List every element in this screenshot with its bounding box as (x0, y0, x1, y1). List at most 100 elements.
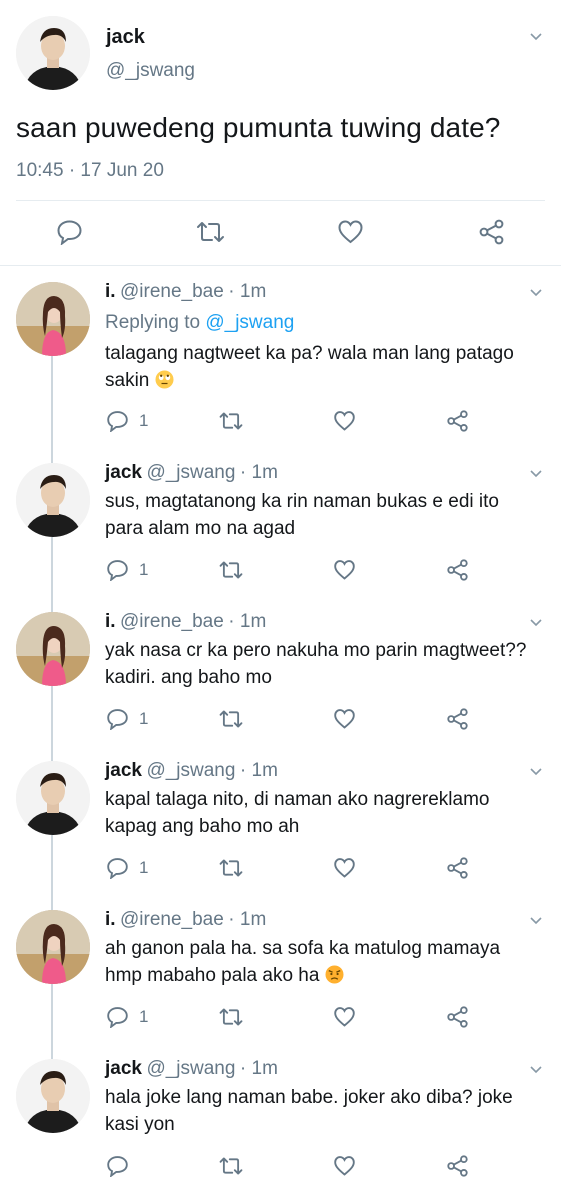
reply-tweet[interactable]: jack @_jswang · 1m sus, magtatanong ka r… (0, 461, 561, 601)
like-icon (334, 1007, 355, 1027)
tweet-timestamp[interactable]: 10:45 · 17 Jun 20 (16, 160, 164, 182)
retweet-button[interactable] (218, 1153, 244, 1179)
author-name[interactable]: jack (106, 26, 145, 49)
retweet-button[interactable] (218, 855, 244, 881)
retweet-button[interactable] (218, 557, 244, 583)
tweet-body: sus, magtatanong ka rin naman bukas e ed… (105, 488, 545, 542)
chevron-down-icon[interactable] (530, 917, 542, 925)
avatar-image (16, 16, 90, 90)
replying-to-link[interactable]: @_jswang (205, 312, 294, 333)
reply-tweet[interactable]: i. @irene_bae · 1m yak nasa cr ka pero n… (0, 610, 561, 750)
retweet-button[interactable] (218, 408, 244, 434)
reply-button[interactable]: 1 (106, 1004, 148, 1030)
avatar-image (16, 282, 90, 356)
author-name[interactable]: i. (105, 281, 116, 302)
retweet-icon (219, 1157, 243, 1175)
reply-icon (107, 709, 128, 730)
avatar[interactable] (16, 1059, 90, 1133)
tweet-time: · 1m (228, 281, 267, 302)
tweet-body: yak nasa cr ka pero nakuha mo parin magt… (105, 637, 545, 691)
like-button[interactable] (337, 219, 364, 245)
reply-tweet[interactable]: i. @irene_bae · 1m ah ganon pala ha. sa … (0, 908, 561, 1048)
replying-to-label: Replying to (105, 312, 201, 333)
tweet-time: · 1m (239, 462, 278, 483)
chevron-down-icon[interactable] (530, 1066, 542, 1074)
divider (16, 200, 545, 201)
reply-tweet[interactable]: jack @_jswang · 1m kapal talaga nito, di… (0, 759, 561, 899)
avatar-image (16, 1059, 90, 1133)
tweet-time: · 1m (239, 1058, 278, 1079)
author-handle[interactable]: @_jswang (106, 60, 195, 82)
author-handle[interactable]: @_jswang (146, 462, 235, 483)
tweet-body: talagang nagtweet ka pa? wala man lang p… (105, 340, 545, 394)
avatar[interactable] (16, 463, 90, 537)
tweet-text-line: kapag ang baho mo ah (105, 816, 300, 837)
chevron-down-icon[interactable] (530, 768, 542, 776)
author-handle[interactable]: @irene_bae (120, 611, 224, 632)
avatar[interactable] (16, 16, 90, 90)
share-button[interactable] (478, 219, 505, 245)
reply-icon (57, 220, 82, 245)
avatar[interactable] (16, 282, 90, 356)
chevron-down-icon[interactable] (530, 470, 542, 478)
retweet-button[interactable] (218, 1004, 244, 1030)
chevron-down-icon[interactable] (530, 619, 542, 627)
author-name[interactable]: i. (105, 909, 116, 930)
reply-tweet[interactable]: i. @irene_bae · 1m Replying to @_jswang … (0, 280, 561, 440)
avatar[interactable] (16, 612, 90, 686)
chevron-down-icon[interactable] (530, 289, 542, 297)
avatar[interactable] (16, 761, 90, 835)
author-handle[interactable]: @irene_bae (120, 909, 224, 930)
avatar-image (16, 463, 90, 537)
share-button[interactable] (446, 1153, 469, 1179)
author-name[interactable]: jack (105, 1058, 142, 1079)
chevron-down-icon[interactable] (530, 33, 542, 41)
share-button[interactable] (446, 1004, 469, 1030)
reply-button[interactable]: 1 (106, 557, 148, 583)
reply-button[interactable] (56, 219, 83, 245)
reply-count: 1 (139, 411, 149, 430)
tweet-text-line: ah ganon pala ha. sa sofa ka matulog mam… (105, 938, 501, 959)
author-handle[interactable]: @_jswang (146, 760, 235, 781)
retweet-icon (219, 412, 243, 430)
like-button[interactable] (333, 557, 356, 583)
tweet-text: saan puwedeng pumunta tuwing date? (16, 112, 501, 143)
angry-face-emoji-icon (325, 965, 344, 984)
reply-icon (107, 411, 128, 432)
tweet-text-line: kadiri. ang baho mo (105, 667, 272, 688)
tweet-text-line: talagang nagtweet ka pa? wala man lang p… (105, 343, 514, 364)
tweet-body: kapal talaga nito, di naman ako nagrerek… (105, 786, 545, 840)
like-button[interactable] (333, 1153, 356, 1179)
reply-button[interactable]: 1 (106, 706, 148, 732)
tweet-text-line: kapal talaga nito, di naman ako nagrerek… (105, 789, 490, 810)
tweet-text-line: yak nasa cr ka pero nakuha mo parin magt… (105, 640, 527, 661)
like-button[interactable] (333, 1004, 356, 1030)
author-handle[interactable]: @irene_bae (120, 281, 224, 302)
reply-count: 1 (139, 709, 149, 728)
author-name[interactable]: jack (105, 462, 142, 483)
like-button[interactable] (333, 855, 356, 881)
share-button[interactable] (446, 706, 469, 732)
share-button[interactable] (446, 855, 469, 881)
tweet-text-line: sakin (105, 370, 150, 391)
share-button[interactable] (446, 557, 469, 583)
retweet-button[interactable] (195, 219, 226, 245)
divider (0, 265, 561, 266)
like-icon (334, 560, 355, 580)
author-name[interactable]: jack (105, 760, 142, 781)
reply-icon (107, 1156, 128, 1177)
retweet-button[interactable] (218, 706, 244, 732)
author-name[interactable]: i. (105, 611, 116, 632)
reply-button[interactable] (106, 1153, 129, 1179)
author-handle[interactable]: @_jswang (146, 1058, 235, 1079)
retweet-icon (219, 561, 243, 579)
reply-button[interactable]: 1 (106, 855, 148, 881)
like-button[interactable] (333, 706, 356, 732)
avatar-image (16, 761, 90, 835)
share-button[interactable] (446, 408, 469, 434)
reply-button[interactable]: 1 (106, 408, 148, 434)
reply-tweet[interactable]: jack @_jswang · 1m hala joke lang naman … (0, 1057, 561, 1197)
avatar[interactable] (16, 910, 90, 984)
share-icon (447, 1155, 468, 1177)
like-button[interactable] (333, 408, 356, 434)
